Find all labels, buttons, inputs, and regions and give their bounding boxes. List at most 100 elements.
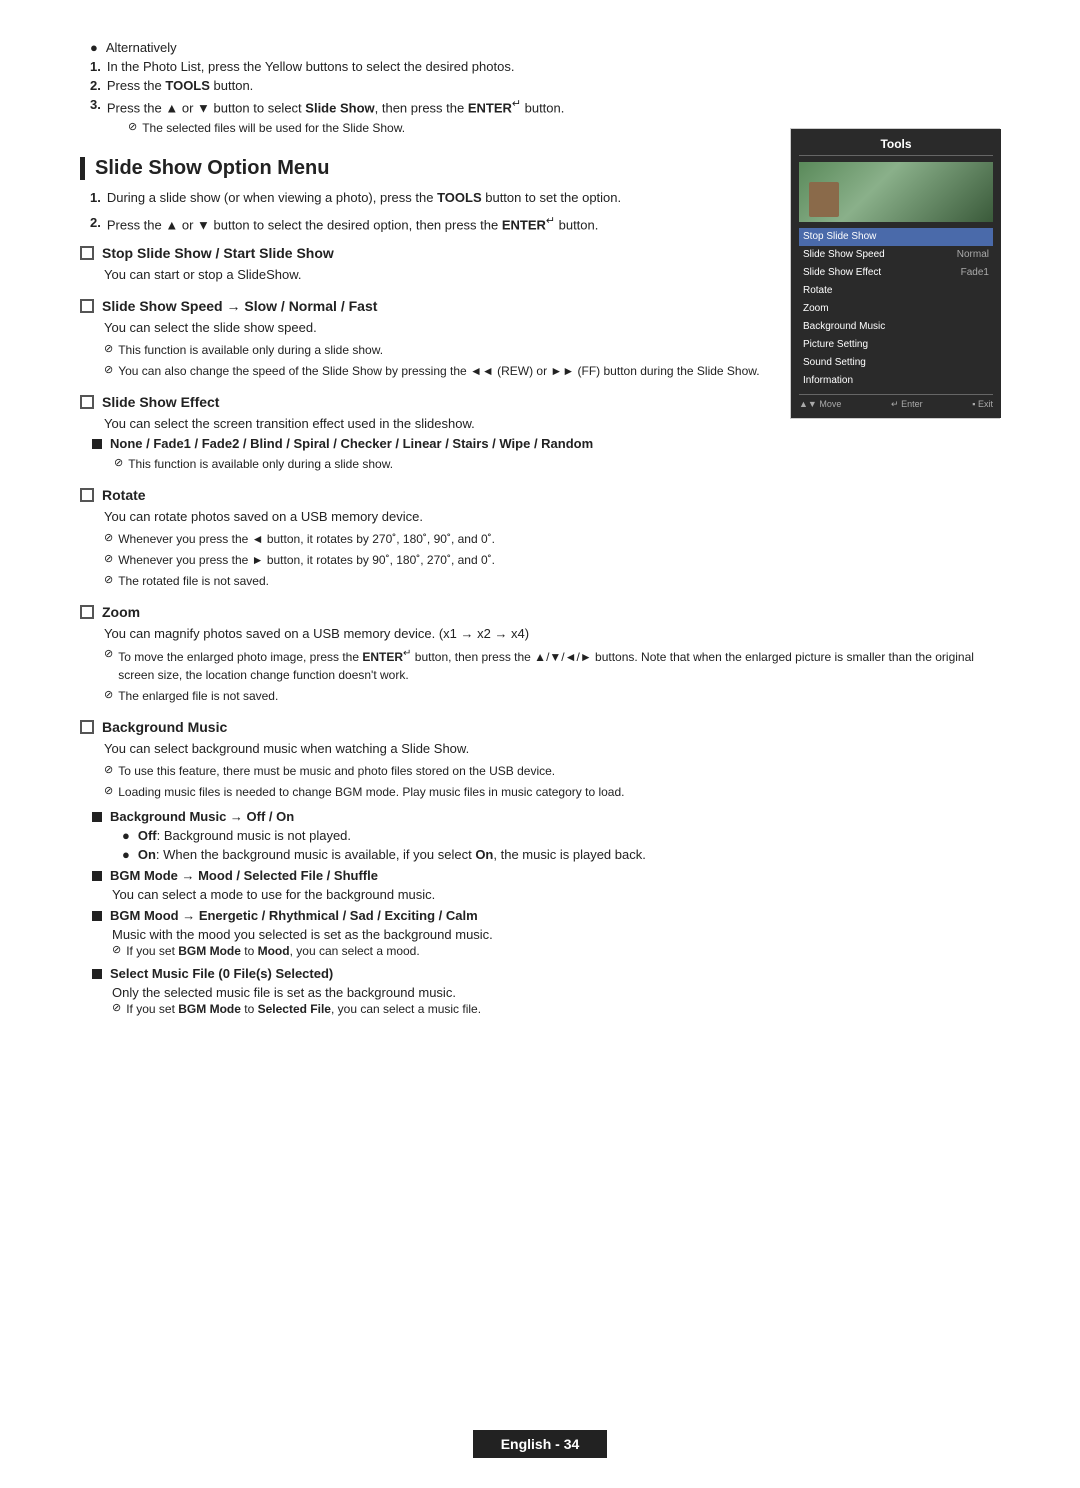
note-text: The enlarged file is not saved. <box>118 687 278 705</box>
intro-step1-text: In the Photo List, press the Yellow butt… <box>107 59 515 74</box>
checkbox-icon <box>80 246 94 260</box>
note-rotate-1: ⊘ Whenever you press the ◄ button, it ro… <box>80 530 1000 548</box>
subheading-effect: Slide Show Effect <box>80 394 770 410</box>
note-text: Whenever you press the ► button, it rota… <box>118 551 495 569</box>
black-sq-bgm-mode: BGM Mode → Mood / Selected File / Shuffl… <box>80 868 1000 883</box>
subheading-label: Slide Show Speed → Slow / Normal / Fast <box>102 298 377 314</box>
note-text: The rotated file is not saved. <box>118 572 269 590</box>
note-text: This function is available only during a… <box>128 455 393 473</box>
note-select-music: ⊘ If you set BGM Mode to Selected File, … <box>112 1000 1000 1018</box>
note-2: ⊘ You can also change the speed of the S… <box>80 362 770 380</box>
intro-step3-text: Press the ▲ or ▼ button to select Slide … <box>107 97 565 115</box>
panel-title: Tools <box>799 137 993 156</box>
section-step1-text: During a slide show (or when viewing a p… <box>107 188 621 208</box>
footer-nav: ▲▼ Move <box>799 399 841 410</box>
black-square-icon <box>92 439 102 449</box>
subheading-label: Zoom <box>102 604 140 620</box>
note-text: Loading music files is needed to change … <box>118 783 624 801</box>
subsection-zoom: Zoom You can magnify photos saved on a U… <box>80 604 1000 706</box>
black-sq-label: BGM Mood → Energetic / Rhythmical / Sad … <box>110 908 478 923</box>
tools-bold: TOOLS <box>437 190 482 205</box>
note-icon: ⊘ <box>112 1001 121 1014</box>
menu-item-value: Fade1 <box>961 266 989 280</box>
subheading-label: Background Music <box>102 719 227 735</box>
bgm-off-item: ● Off: Background music is not played. <box>112 828 1000 843</box>
bgm-off-text: Off: Background music is not played. <box>138 828 351 843</box>
panel-footer: ▲▼ Move ↵ Enter ▪ Exit <box>799 394 993 410</box>
black-square-icon <box>92 911 102 921</box>
subheading-zoom: Zoom <box>80 604 1000 620</box>
intro-step-1: 1. In the Photo List, press the Yellow b… <box>90 59 1000 74</box>
bullet-icon: ● <box>122 847 130 862</box>
black-sq-label: BGM Mode → Mood / Selected File / Shuffl… <box>110 868 378 883</box>
note-text: This function is available only during a… <box>118 341 383 359</box>
tools-menu-item-stop: Stop Slide Show <box>799 228 993 246</box>
note-text: To use this feature, there must be music… <box>118 762 555 780</box>
note-zoom-1: ⊘ To move the enlarged photo image, pres… <box>80 646 1000 684</box>
note-icon: ⊘ <box>128 120 137 133</box>
main-content: Tools Stop Slide Show Slide Show Speed N… <box>80 188 1000 1031</box>
panel-photo <box>799 162 993 222</box>
note-icon: ⊘ <box>104 573 113 586</box>
note-icon: ⊘ <box>104 784 113 797</box>
intro-bullet-alternatively: ● Alternatively <box>80 40 1000 55</box>
bgm-on-item: ● On: When the background music is avail… <box>112 847 1000 862</box>
menu-item-label: Slide Show Speed <box>803 248 885 262</box>
subheading-label: Rotate <box>102 487 146 503</box>
checkbox-icon <box>80 299 94 313</box>
select-music-text: Only the selected music file is set as t… <box>112 985 1000 1000</box>
tools-menu-item-rotate: Rotate <box>799 282 993 300</box>
intro-note-text: The selected files will be used for the … <box>142 119 405 137</box>
checkbox-icon <box>80 395 94 409</box>
section-step-2: 2. Press the ▲ or ▼ button to select the… <box>90 213 770 235</box>
subheading-body: You can rotate photos saved on a USB mem… <box>80 507 1000 527</box>
bgm-on-text: On: When the background music is availab… <box>138 847 646 862</box>
bgm-mood-text: Music with the mood you selected is set … <box>112 927 1000 942</box>
body-text: You can rotate photos saved on a USB mem… <box>104 507 1000 527</box>
tools-menu-item-bgm: Background Music <box>799 318 993 336</box>
tools-panel: Tools Stop Slide Show Slide Show Speed N… <box>791 129 1001 418</box>
note-icon: ⊘ <box>104 342 113 355</box>
section-step-1: 1. During a slide show (or when viewing … <box>90 188 770 208</box>
black-sq-bgm-mood: BGM Mood → Energetic / Rhythmical / Sad … <box>80 908 1000 923</box>
menu-item-label: Slide Show Effect <box>803 266 881 280</box>
subheading-stop: Stop Slide Show / Start Slide Show <box>80 245 770 261</box>
tools-bold: TOOLS <box>165 78 210 93</box>
checkbox-icon <box>80 720 94 734</box>
tools-menu-item-zoom: Zoom <box>799 300 993 318</box>
intro-numbered-list: 1. In the Photo List, press the Yellow b… <box>80 59 1000 115</box>
note-icon: ⊘ <box>104 531 113 544</box>
tools-panel-image: Tools Stop Slide Show Slide Show Speed N… <box>790 128 1000 419</box>
checkbox-icon <box>80 488 94 502</box>
intro-alternatively-text: Alternatively <box>106 40 177 55</box>
note-icon: ⊘ <box>104 363 113 376</box>
subheading-rotate: Rotate <box>80 487 1000 503</box>
note-bgm-1: ⊘ To use this feature, there must be mus… <box>80 762 1000 780</box>
note-icon: ⊘ <box>104 647 113 660</box>
menu-item-label: Information <box>803 374 853 388</box>
menu-item-label: Sound Setting <box>803 356 866 370</box>
step-num: 1. <box>90 188 101 208</box>
note-icon: ⊘ <box>104 763 113 776</box>
step-num: 2. <box>90 78 101 93</box>
section-title: Slide Show Option Menu <box>95 157 329 180</box>
bgm-mode-text: You can select a mode to use for the bac… <box>112 887 1000 902</box>
bullet-icon: ● <box>90 40 98 55</box>
tools-menu-item-info: Information <box>799 372 993 390</box>
subheading-label: Stop Slide Show / Start Slide Show <box>102 245 334 261</box>
note-bgm-2: ⊘ Loading music files is needed to chang… <box>80 783 1000 801</box>
note-1: ⊘ This function is available only during… <box>80 341 770 359</box>
enter-bold: ENTER <box>502 217 546 232</box>
black-sq-label: Background Music → Off / On <box>110 809 294 824</box>
note-icon: ⊘ <box>112 943 121 956</box>
note-rotate-3: ⊘ The rotated file is not saved. <box>80 572 1000 590</box>
black-square-icon <box>92 969 102 979</box>
note-icon: ⊘ <box>104 552 113 565</box>
black-sq-label: None / Fade1 / Fade2 / Blind / Spiral / … <box>110 436 593 451</box>
enter-bold: ENTER <box>362 650 403 664</box>
enter-icon: ↵ <box>512 98 521 110</box>
subsection-rotate: Rotate You can rotate photos saved on a … <box>80 487 1000 590</box>
tools-menu-item-speed: Slide Show Speed Normal <box>799 246 993 264</box>
menu-item-label: Stop Slide Show <box>803 230 876 244</box>
menu-item-value: Normal <box>957 248 989 262</box>
